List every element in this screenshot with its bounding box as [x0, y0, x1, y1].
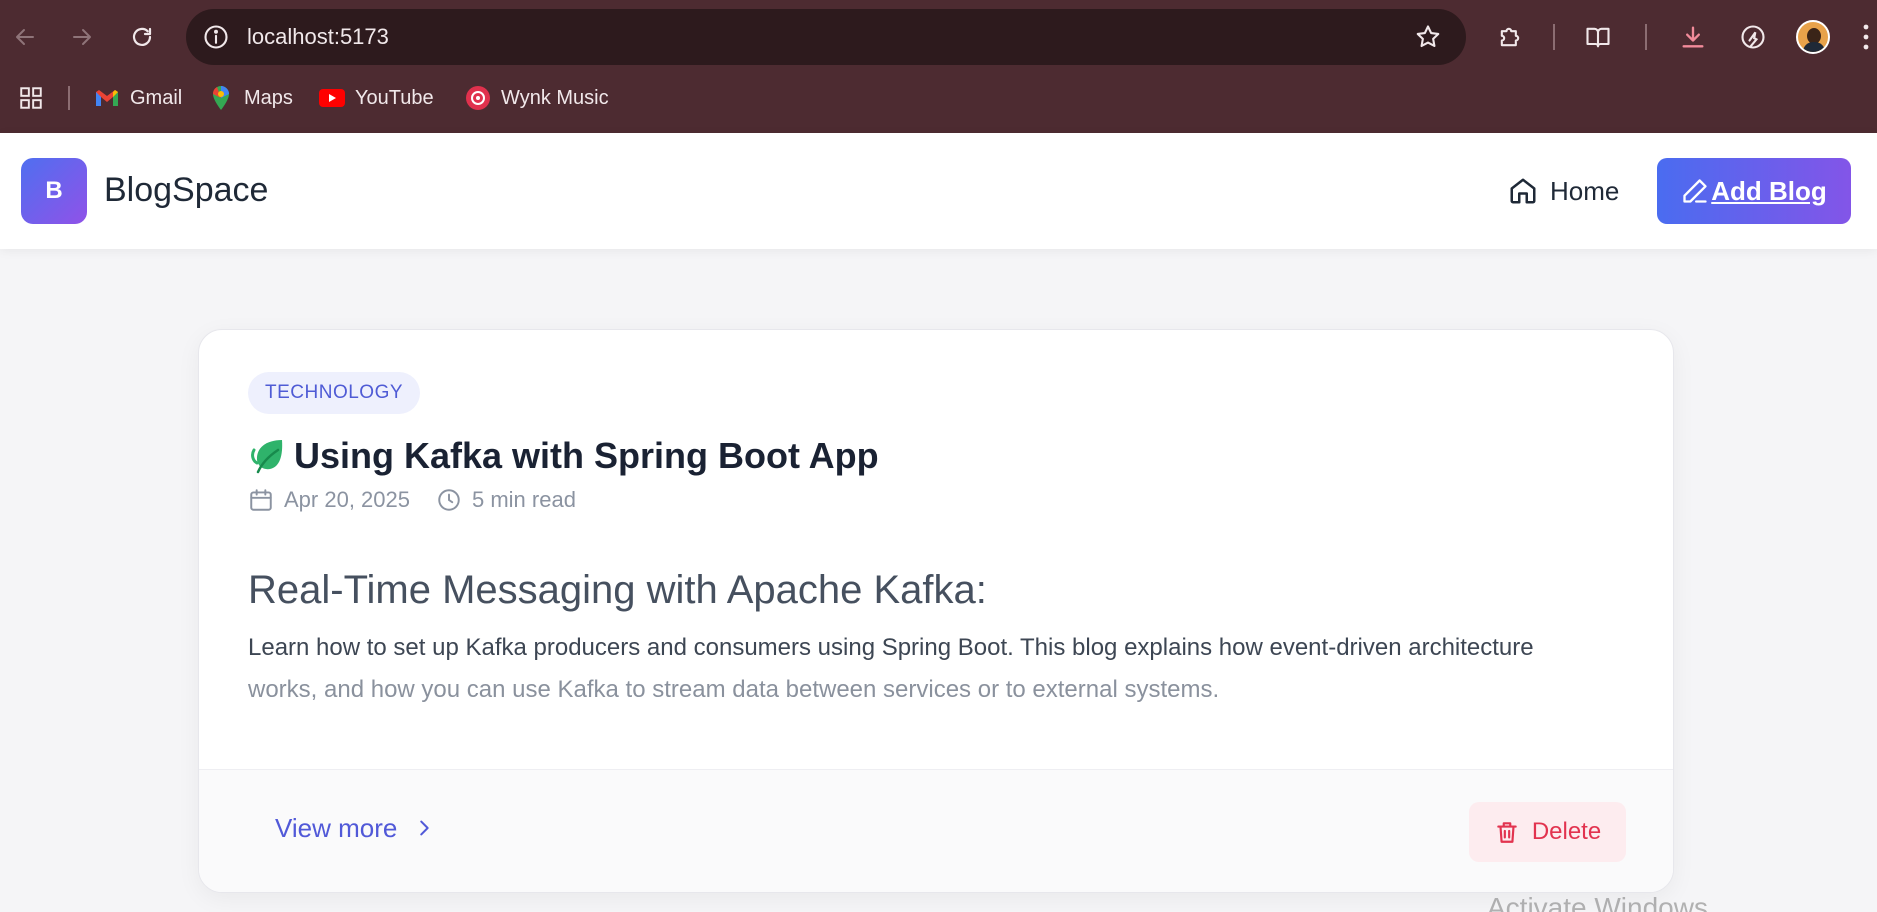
post-meta: Apr 20, 2025 5 min read	[248, 485, 576, 515]
clock-icon	[438, 489, 460, 511]
app-header: B BlogSpace Home Add Blog	[0, 133, 1877, 249]
wynk-music-icon	[465, 85, 491, 111]
add-blog-label: Add Blog	[1711, 175, 1827, 206]
forward-arrow-icon	[73, 29, 91, 45]
reload-icon	[132, 27, 152, 46]
bookmark-label: Gmail	[130, 86, 183, 109]
category-badge: TECHNOLOGY	[248, 372, 421, 414]
bookmark-star-icon[interactable]	[1414, 23, 1442, 51]
browser-chrome: localhost:5173 Gmail Maps YouTube Wynk M…	[0, 0, 1877, 133]
forward-button[interactable]	[64, 19, 100, 55]
bookmark-label: YouTube	[355, 86, 434, 109]
bookmark-maps[interactable]: Maps	[208, 76, 293, 120]
gmail-icon	[94, 85, 120, 111]
windows-activation-watermark: Activate Windows	[1487, 892, 1708, 912]
reading-mode-button[interactable]	[1580, 19, 1616, 55]
view-more-label: View more	[275, 812, 398, 843]
profile-avatar[interactable]	[1796, 20, 1830, 54]
calendar-icon	[250, 489, 272, 511]
site-info-icon[interactable]	[202, 23, 230, 51]
bookmark-youtube[interactable]: YouTube	[319, 76, 434, 120]
leaf-icon	[251, 440, 283, 474]
download-icon	[1682, 26, 1704, 48]
youtube-icon	[319, 85, 345, 111]
performance-button[interactable]	[1735, 19, 1771, 55]
delete-button[interactable]: Delete	[1469, 802, 1626, 862]
url-text[interactable]: localhost:5173	[247, 9, 389, 65]
reload-button[interactable]	[124, 19, 160, 55]
chevron-right-icon	[420, 820, 430, 836]
extensions-button[interactable]	[1492, 19, 1528, 55]
post-title[interactable]: Using Kafka with Spring Boot App	[248, 432, 879, 480]
back-button[interactable]	[7, 19, 43, 55]
delete-label: Delete	[1531, 818, 1602, 845]
address-bar[interactable]: localhost:5173	[186, 9, 1466, 65]
back-arrow-icon	[16, 29, 34, 45]
blog-card: TECHNOLOGY Using Kafka with Spring Boot …	[198, 329, 1674, 893]
post-date: Apr 20, 2025	[284, 487, 410, 512]
pencil-icon	[1683, 179, 1707, 203]
bookmark-wynk-music[interactable]: Wynk Music	[465, 76, 609, 120]
bookmark-gmail[interactable]: Gmail	[94, 76, 182, 120]
brand-logo[interactable]: B	[21, 158, 87, 224]
view-more-link[interactable]: View more	[275, 806, 435, 850]
nav-home-label: Home	[1550, 175, 1620, 206]
post-subheading: Real-Time Messaging with Apache Kafka:	[248, 568, 987, 612]
card-footer: View more Delete	[199, 769, 1673, 892]
more-menu-icon[interactable]	[1862, 22, 1870, 52]
toolbar-divider	[1553, 24, 1555, 50]
apps-grid-icon	[20, 87, 42, 109]
post-title-text: Using Kafka with Spring Boot App	[294, 435, 879, 476]
browser-toolbar: localhost:5173	[0, 0, 1877, 74]
puzzle-icon	[1500, 27, 1520, 47]
downloads-button[interactable]	[1675, 19, 1711, 55]
brand-name[interactable]: BlogSpace	[104, 165, 268, 215]
post-excerpt: Learn how to set up Kafka producers and …	[248, 627, 1628, 711]
excerpt-line: works, and how you can use Kafka to stre…	[248, 676, 1220, 703]
nav-home-link[interactable]: Home	[1508, 169, 1619, 213]
read-time: 5 min read	[471, 487, 576, 512]
toolbar-divider	[1645, 24, 1647, 50]
bookmark-label: Maps	[244, 86, 293, 109]
bookmarks-divider	[68, 86, 70, 110]
excerpt-line: Learn how to set up Kafka producers and …	[248, 634, 1534, 661]
speedometer-icon	[1741, 25, 1765, 49]
book-icon	[1586, 27, 1610, 48]
bookmark-label: Wynk Music	[501, 86, 609, 109]
maps-icon	[208, 85, 234, 111]
apps-button[interactable]	[18, 76, 44, 120]
avatar-body	[1803, 42, 1825, 52]
trash-icon	[1497, 822, 1517, 843]
add-blog-button[interactable]: Add Blog	[1657, 158, 1851, 224]
bookmarks-bar: Gmail Maps YouTube Wynk Music	[0, 76, 1877, 120]
home-icon	[1510, 178, 1536, 204]
